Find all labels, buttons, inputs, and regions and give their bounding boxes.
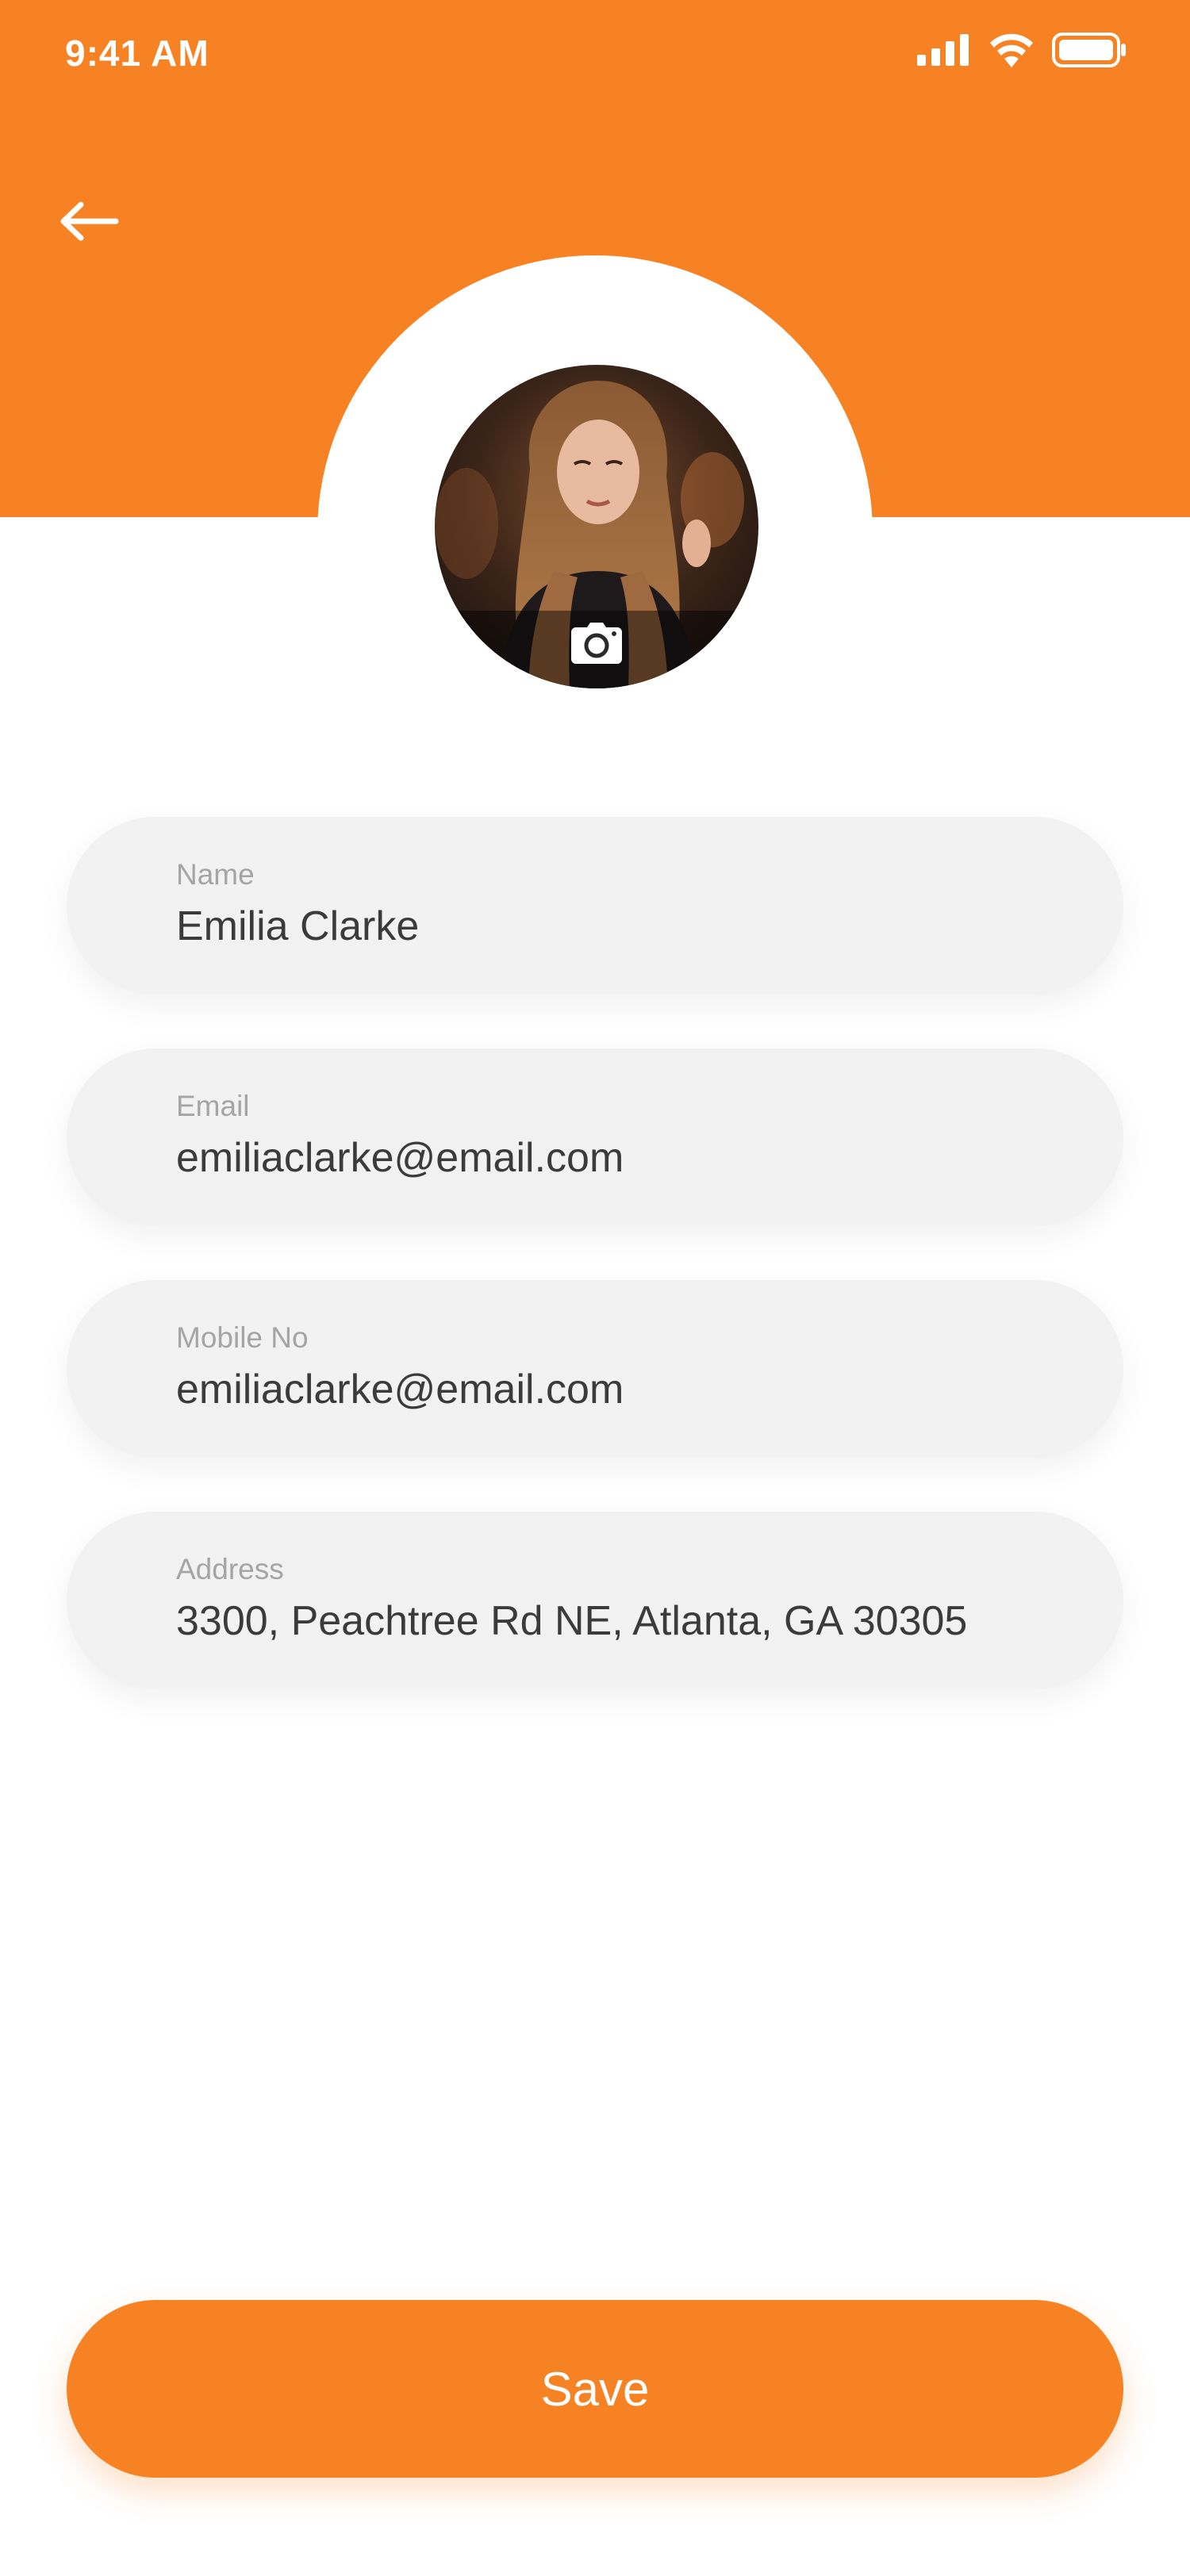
address-field[interactable]: Address <box>67 1512 1123 1689</box>
mobile-input[interactable] <box>176 1366 1088 1413</box>
name-label: Name <box>176 858 255 891</box>
email-input[interactable] <box>176 1134 1088 1182</box>
address-input[interactable] <box>176 1597 1088 1645</box>
edit-profile-screen: 9:41 AM Name Emilia Clarke Email emiliac… <box>0 0 1190 2576</box>
status-time: 9:41 AM <box>65 33 209 74</box>
arrow-left-icon <box>59 201 119 245</box>
wifi-icon <box>988 33 1035 71</box>
battery-icon <box>1052 32 1127 72</box>
email-field[interactable]: Email <box>67 1048 1123 1226</box>
camera-icon[interactable] <box>571 623 622 664</box>
email-label: Email <box>176 1090 250 1122</box>
name-input[interactable] <box>176 903 1088 950</box>
status-bar: 9:41 AM <box>0 0 1190 111</box>
address-label: Address <box>176 1553 284 1585</box>
status-icons <box>917 32 1127 71</box>
back-button[interactable] <box>59 195 130 251</box>
name-field[interactable]: Name <box>67 817 1123 995</box>
avatar[interactable] <box>435 365 758 688</box>
save-button[interactable]: Save <box>67 2300 1123 2478</box>
mobile-label: Mobile No <box>176 1321 309 1354</box>
signal-icon <box>917 33 971 70</box>
mobile-field[interactable]: Mobile No <box>67 1280 1123 1458</box>
